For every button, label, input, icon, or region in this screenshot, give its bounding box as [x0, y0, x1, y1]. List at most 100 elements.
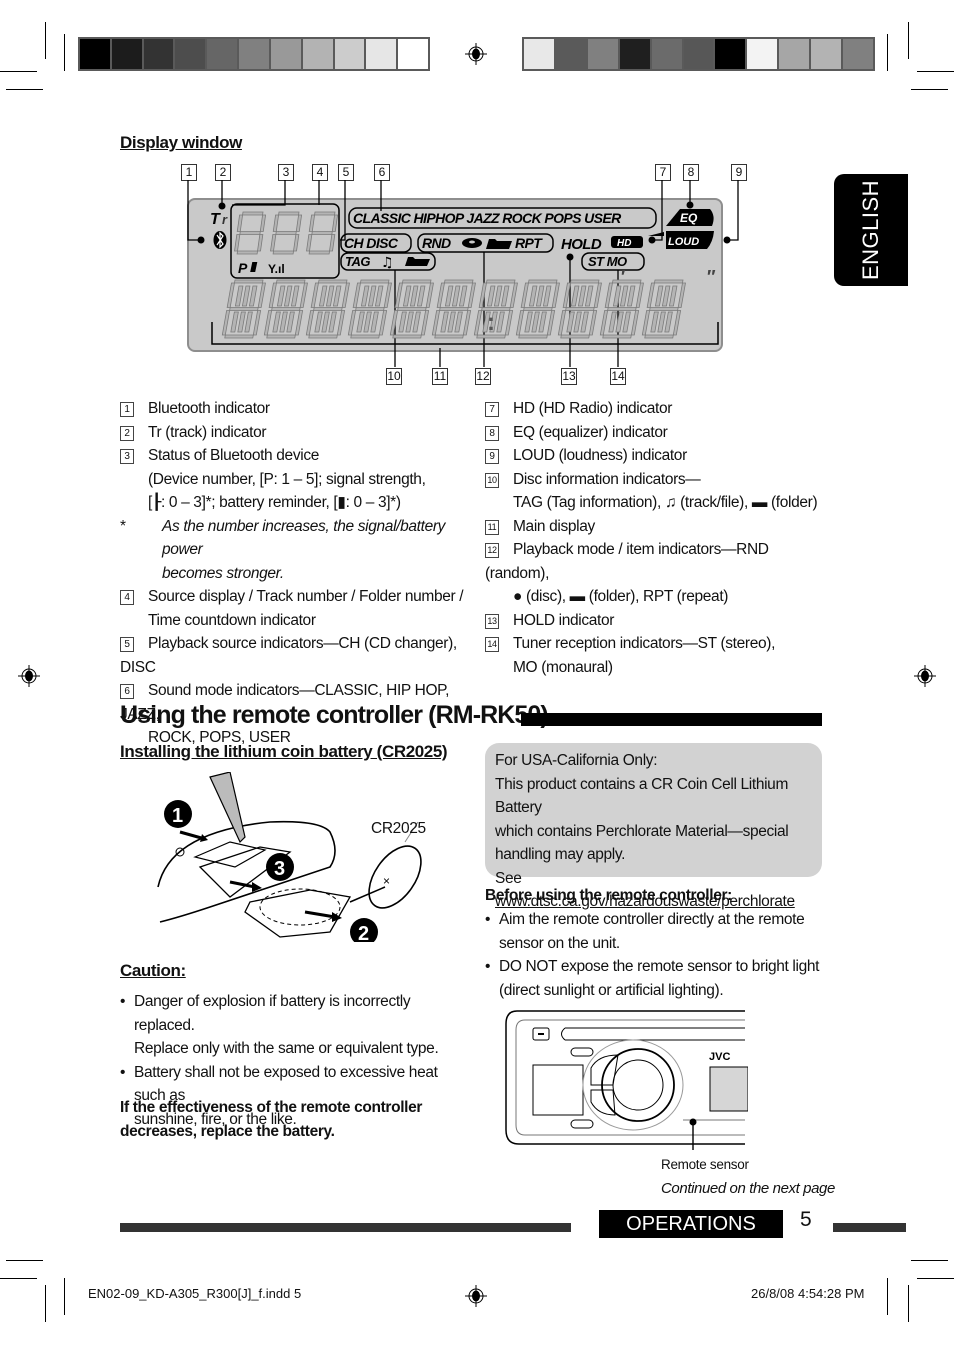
lcd-segment	[221, 310, 231, 336]
lcd-segment	[272, 311, 281, 333]
legend-text: EQ (equalizer) indicator	[513, 423, 668, 441]
lcd-segment	[331, 214, 339, 232]
lcd-segment	[447, 311, 456, 333]
legend-number: 11	[485, 519, 499, 535]
lcd-segment	[230, 311, 239, 333]
lcd-segment	[294, 310, 304, 336]
lcd-segment	[528, 279, 558, 284]
lcd-segment	[444, 279, 474, 284]
lcd-segment	[531, 311, 540, 333]
lcd-segment	[237, 311, 246, 333]
legend-text: ● (disc), ▬ (folder), RPT (repeat)	[513, 588, 729, 605]
legend-text: Bluetooth indicator	[148, 400, 270, 417]
lcd-segment	[565, 307, 595, 311]
lcd-segment	[462, 310, 472, 336]
battery-icon	[250, 262, 258, 272]
leader-line-9	[728, 180, 739, 241]
lcd-segment	[570, 279, 600, 284]
note-line: For USA-California Only:	[495, 752, 658, 769]
legend-number: 9	[485, 449, 499, 464]
lcd-segment	[286, 311, 295, 333]
battery-installation-illustration: × 1 3 2	[157, 772, 422, 942]
lcd-segment	[504, 310, 514, 336]
before-item: Aim the remote controller directly at th…	[485, 908, 825, 955]
lcd-segment	[551, 282, 560, 308]
lcd-segment	[646, 282, 655, 308]
lcd-segment	[619, 285, 629, 307]
lcd-segment	[383, 282, 392, 308]
main-digit-6	[431, 279, 476, 339]
lcd-segment	[325, 285, 335, 307]
lcd-segment	[276, 285, 286, 307]
main-digit-11	[641, 279, 686, 339]
lcd-segment	[363, 311, 372, 333]
legend-number: 5	[120, 637, 134, 652]
ch-disc-indicator: CH DISC	[344, 235, 399, 251]
lcd-segment	[509, 282, 518, 308]
legend-number: 8	[485, 425, 499, 441]
lcd-segment	[332, 285, 342, 307]
legend-right: 7 HD (HD Radio) indicator 8 EQ (equalizer) …	[485, 397, 835, 679]
lcd-segment	[573, 311, 582, 333]
legend-number: 12	[485, 543, 499, 558]
svg-text:HD: HD	[617, 238, 631, 249]
lcd-segment	[607, 307, 637, 311]
lcd-segment	[234, 234, 241, 252]
legend-text: Main display	[513, 517, 595, 535]
registration-mark-icon	[914, 665, 936, 687]
before-list: Aim the remote controller directly at th…	[485, 908, 825, 1002]
legend-text: HOLD indicator	[513, 611, 615, 629]
lcd-segment	[257, 234, 264, 252]
lcd-segment	[314, 311, 323, 333]
lcd-segment	[308, 250, 330, 255]
legend-item: 5 Playback source indicators—CH (CD chang…	[120, 632, 470, 679]
lcd-segment	[604, 282, 613, 308]
lcd-segment	[542, 285, 552, 307]
lcd-segment	[355, 307, 385, 311]
lcd-segment	[389, 310, 399, 336]
svg-text:r: r	[222, 212, 228, 227]
lcd-segment	[279, 311, 288, 333]
legend-text: MO (monaural)	[513, 658, 613, 676]
lcd-segment	[397, 307, 427, 311]
before-heading: Before using the remote controller:	[485, 887, 732, 904]
lcd-segment	[360, 279, 390, 284]
jvc-logo: JVC	[709, 1051, 730, 1063]
lcd-segment	[374, 285, 384, 307]
legend-item: 8 EQ (equalizer) indicator	[485, 421, 835, 445]
lcd-segment	[622, 311, 631, 333]
tr-indicator: T	[210, 211, 221, 228]
legend-item: 3 Status of Bluetooth device (Device numbe…	[120, 444, 470, 515]
lcd-segment	[276, 279, 306, 284]
pen-tool	[209, 772, 246, 844]
hold-indicator: HOLD	[561, 236, 602, 253]
lcd-segment	[347, 310, 357, 336]
lcd-segment	[242, 211, 264, 216]
lcd-segment	[370, 311, 379, 333]
lcd-segment	[515, 310, 525, 336]
main-digit-9	[557, 279, 602, 339]
lcd-segment	[239, 231, 261, 235]
lcd-segment	[394, 282, 403, 308]
track-file-icon: ♫	[381, 255, 394, 271]
lcd-segment	[560, 334, 590, 339]
section-label: OPERATIONS	[599, 1210, 783, 1238]
legend-item: 10 Disc information indicators— TAG (Tag i…	[485, 468, 835, 515]
lcd-segment	[272, 250, 294, 255]
main-digit-10	[599, 279, 644, 339]
lcd-segment	[644, 334, 674, 339]
small-digit-1	[234, 211, 267, 255]
page-number: 5	[800, 1208, 812, 1231]
lcd-segment	[308, 334, 338, 339]
lcd-segment	[356, 311, 365, 333]
lcd-segment	[378, 310, 388, 336]
battery-type-label: CR2025	[371, 820, 426, 837]
lcd-segment	[257, 282, 266, 308]
lcd-segment	[341, 282, 350, 308]
lcd-segment	[425, 282, 434, 308]
lcd-segment	[654, 279, 684, 284]
legend-text: Status of Bluetooth device	[148, 447, 319, 464]
legend-item: 14 Tuner reception indicators—ST (stereo)…	[485, 632, 835, 679]
lcd-segment	[229, 307, 259, 311]
lcd-segment	[398, 311, 407, 333]
